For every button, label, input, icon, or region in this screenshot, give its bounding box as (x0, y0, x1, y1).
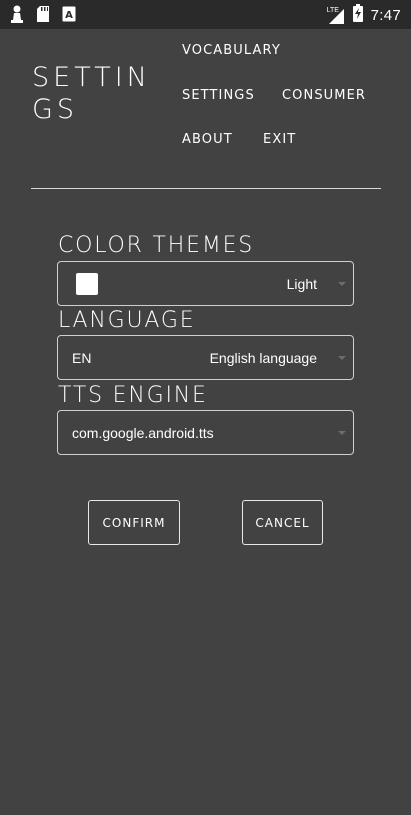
status-bar-left: A (10, 5, 76, 28)
nav-settings[interactable]: SETTINGS (182, 88, 255, 103)
confirm-button[interactable]: CONFIRM (88, 500, 180, 545)
pawn-icon (10, 5, 24, 28)
status-time: 7:47 (370, 7, 401, 24)
sd-card-icon (36, 5, 50, 28)
language-name: English language (209, 350, 317, 366)
nav-exit[interactable]: EXIT (263, 132, 296, 147)
a-letter-icon: A (62, 6, 76, 27)
tts-engine-value: com.google.android.tts (72, 425, 214, 441)
nav-vocabulary[interactable]: VOCABULARY (182, 43, 281, 58)
language-select[interactable]: EN English language (57, 335, 354, 380)
nav-about[interactable]: ABOUT (182, 132, 233, 147)
status-bar: A LTE 7:47 (0, 0, 411, 29)
color-theme-value: Light (286, 276, 317, 292)
language-label: LANGUAGE (58, 308, 196, 333)
status-bar-right: LTE 7:47 (327, 4, 401, 27)
theme-color-swatch (76, 273, 98, 295)
dropdown-arrow-icon (338, 282, 346, 286)
header-divider (31, 188, 381, 189)
tts-engine-select[interactable]: com.google.android.tts (57, 410, 354, 455)
signal-icon: LTE (327, 7, 345, 25)
language-code: EN (72, 350, 92, 366)
cancel-button[interactable]: CANCEL (242, 500, 323, 545)
tts-engine-label: TTS ENGINE (58, 383, 208, 408)
page-title: SETTINGS (32, 62, 151, 125)
dropdown-arrow-icon (338, 431, 346, 435)
nav-consumer[interactable]: CONSUMER (282, 88, 366, 103)
battery-charging-icon (352, 4, 363, 27)
color-theme-select[interactable]: Light (57, 261, 354, 306)
svg-text:A: A (65, 10, 73, 21)
color-themes-label: COLOR THEMES (58, 233, 255, 258)
dropdown-arrow-icon (338, 356, 346, 360)
